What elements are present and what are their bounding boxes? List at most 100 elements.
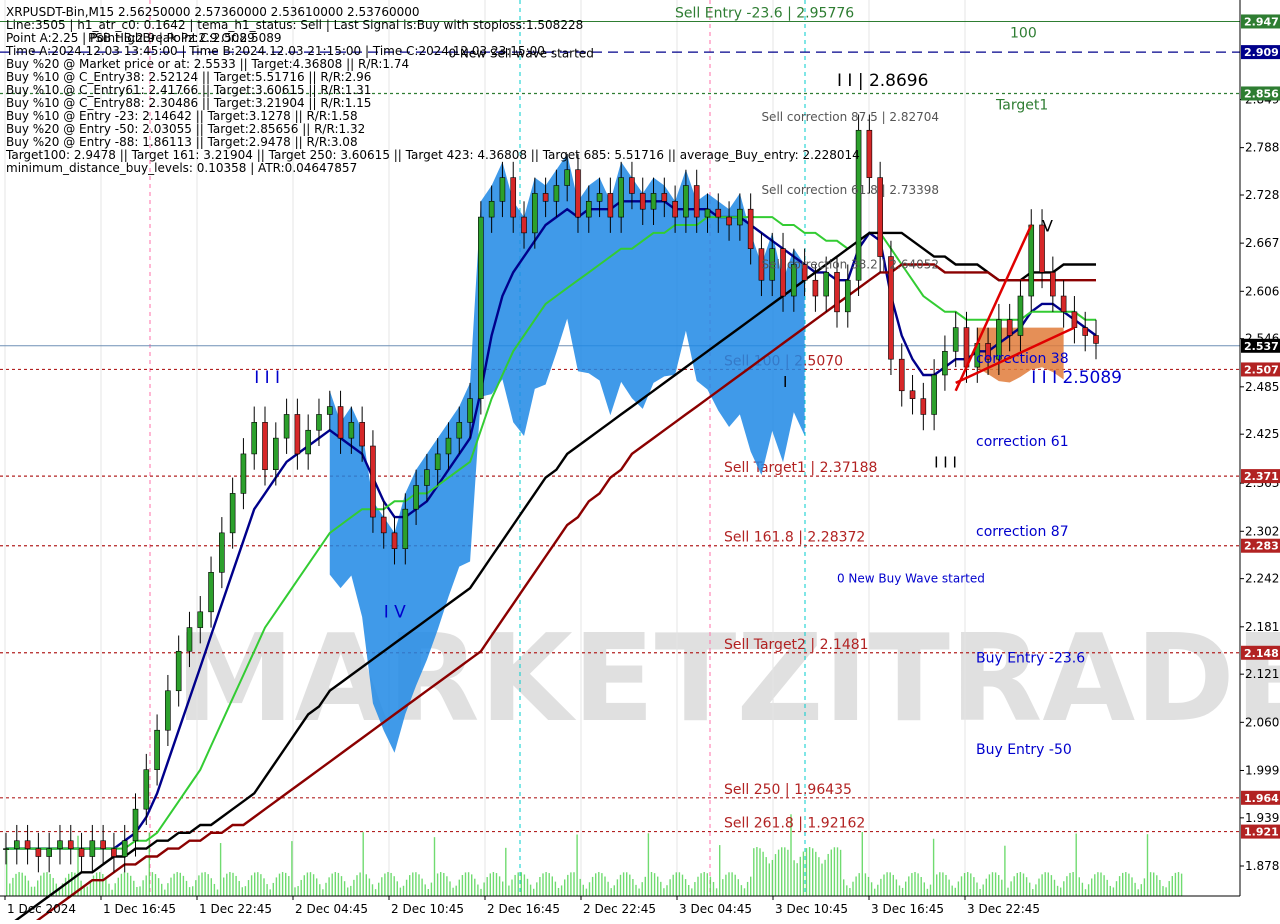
- volume-bar: [867, 876, 870, 896]
- volume-bar: [712, 881, 715, 896]
- candle-body: [1028, 224, 1035, 297]
- volume-bar: [1010, 881, 1012, 896]
- candle-body: [380, 516, 387, 534]
- candle-body: [726, 216, 732, 226]
- volume-bar: [560, 885, 563, 896]
- volume-bar: [288, 876, 290, 896]
- candle-body: [510, 177, 517, 218]
- volume-bar: [898, 885, 901, 896]
- candle-body: [618, 177, 624, 218]
- info-line: Buy %20 @ Market price or at: 2.5533 || …: [6, 57, 409, 71]
- volume-bar: [821, 863, 823, 896]
- volume-bar: [967, 872, 969, 896]
- volume-bar: [669, 879, 671, 896]
- volume-bar: [746, 881, 749, 896]
- candle-body: [273, 437, 279, 471]
- volume-bar: [294, 887, 296, 896]
- volume-bar: [130, 875, 132, 896]
- volume-bar: [495, 873, 498, 896]
- candle-body: [888, 256, 894, 360]
- volume-bar: [368, 878, 371, 896]
- price-tag-label: 2.371: [1244, 470, 1279, 483]
- candle-body: [208, 572, 214, 613]
- volume-bar: [257, 872, 259, 896]
- candle-body: [823, 272, 829, 297]
- volume-bar: [1032, 889, 1034, 896]
- volume-bar: [1177, 872, 1180, 896]
- volume-bar: [697, 876, 699, 896]
- volume-bar: [753, 848, 755, 896]
- candle-body: [693, 185, 700, 218]
- candle-body: [111, 848, 117, 857]
- volume-bar: [598, 872, 600, 896]
- x-tick-label: 3 Dec 04:45: [679, 902, 752, 916]
- volume-bar: [1137, 889, 1139, 896]
- volume-bar: [715, 888, 718, 896]
- volume-bar: [114, 883, 116, 896]
- volume-bar: [365, 874, 367, 896]
- volume-bar: [347, 887, 349, 896]
- candle-body: [931, 374, 937, 415]
- y-tick-label: 2.606: [1245, 284, 1279, 298]
- volume-bar: [173, 873, 175, 896]
- volume-bar: [198, 875, 200, 896]
- volume-bar: [1060, 887, 1062, 896]
- volume-bar: [777, 849, 780, 896]
- volume-bar: [796, 863, 798, 896]
- candle-body: [100, 840, 106, 849]
- volume-bar: [812, 848, 814, 896]
- volume-bar: [1125, 872, 1127, 896]
- candle-body: [499, 177, 506, 202]
- volume-bar: [985, 878, 987, 896]
- candle-body: [704, 208, 711, 218]
- candle-body: [942, 350, 948, 376]
- info-line: minimum_distance_buy_levels: 0.10358 | A…: [6, 161, 357, 175]
- volume-bar: [728, 872, 730, 896]
- volume-bar: [111, 889, 113, 896]
- symbol-header: XRPUSDT-Bin,M15 2.56250000 2.57360000 2.…: [6, 5, 420, 19]
- info-line: Buy %10 @ C_Entry61: 2.41766 || Target:3…: [6, 83, 371, 97]
- volume-bar: [126, 872, 129, 896]
- candle-body: [909, 390, 916, 399]
- volume-bar: [691, 888, 693, 896]
- volume-bar: [551, 876, 553, 896]
- volume-bar: [334, 872, 336, 896]
- volume-bar: [319, 884, 321, 896]
- volume-bar: [883, 874, 885, 896]
- volume-bar: [216, 889, 219, 896]
- volume-bar: [390, 872, 392, 896]
- candle-body: [780, 248, 786, 297]
- price-level-label: Sell Target2 | 2.1481: [724, 637, 869, 653]
- candle-body: [607, 193, 614, 218]
- candle-body: [262, 422, 268, 471]
- volume-bar: [836, 847, 839, 896]
- x-tick-label: 1 Dec 2024: [7, 902, 76, 916]
- volume-bar: [117, 877, 119, 896]
- x-tick-label: 2 Dec 22:45: [583, 902, 656, 916]
- candle-body: [305, 429, 311, 455]
- volume-bar: [353, 879, 355, 896]
- volume-bar: [632, 878, 634, 896]
- candle-body: [488, 201, 495, 218]
- volume-bar: [430, 882, 433, 896]
- watermark-layer: MARKETZITRADE: [175, 610, 1280, 749]
- x-tick-label: 3 Dec 22:45: [967, 902, 1040, 916]
- volume-bar: [1140, 884, 1142, 896]
- price-level-label: Sell Target1 | 2.37188: [724, 460, 877, 476]
- volume-bar: [932, 838, 935, 896]
- volume-bar: [86, 886, 88, 896]
- volume-bar: [815, 851, 817, 896]
- volume-bar: [802, 851, 805, 896]
- price-chart[interactable]: MARKETZITRADE Sell Entry -23.6 | 2.95776…: [0, 0, 1280, 924]
- candle-body: [24, 840, 31, 849]
- volume-bar: [312, 874, 315, 896]
- volume-bar: [793, 860, 795, 896]
- volume-bar: [226, 873, 228, 896]
- volume-bar: [502, 881, 504, 896]
- chart-annotation: I I | 2.8696: [837, 71, 928, 91]
- volume-bar: [1072, 872, 1074, 896]
- volume-bar: [1103, 875, 1105, 896]
- volume-bar: [105, 878, 107, 896]
- volume-bar: [622, 872, 625, 896]
- volume-bar: [1050, 875, 1053, 896]
